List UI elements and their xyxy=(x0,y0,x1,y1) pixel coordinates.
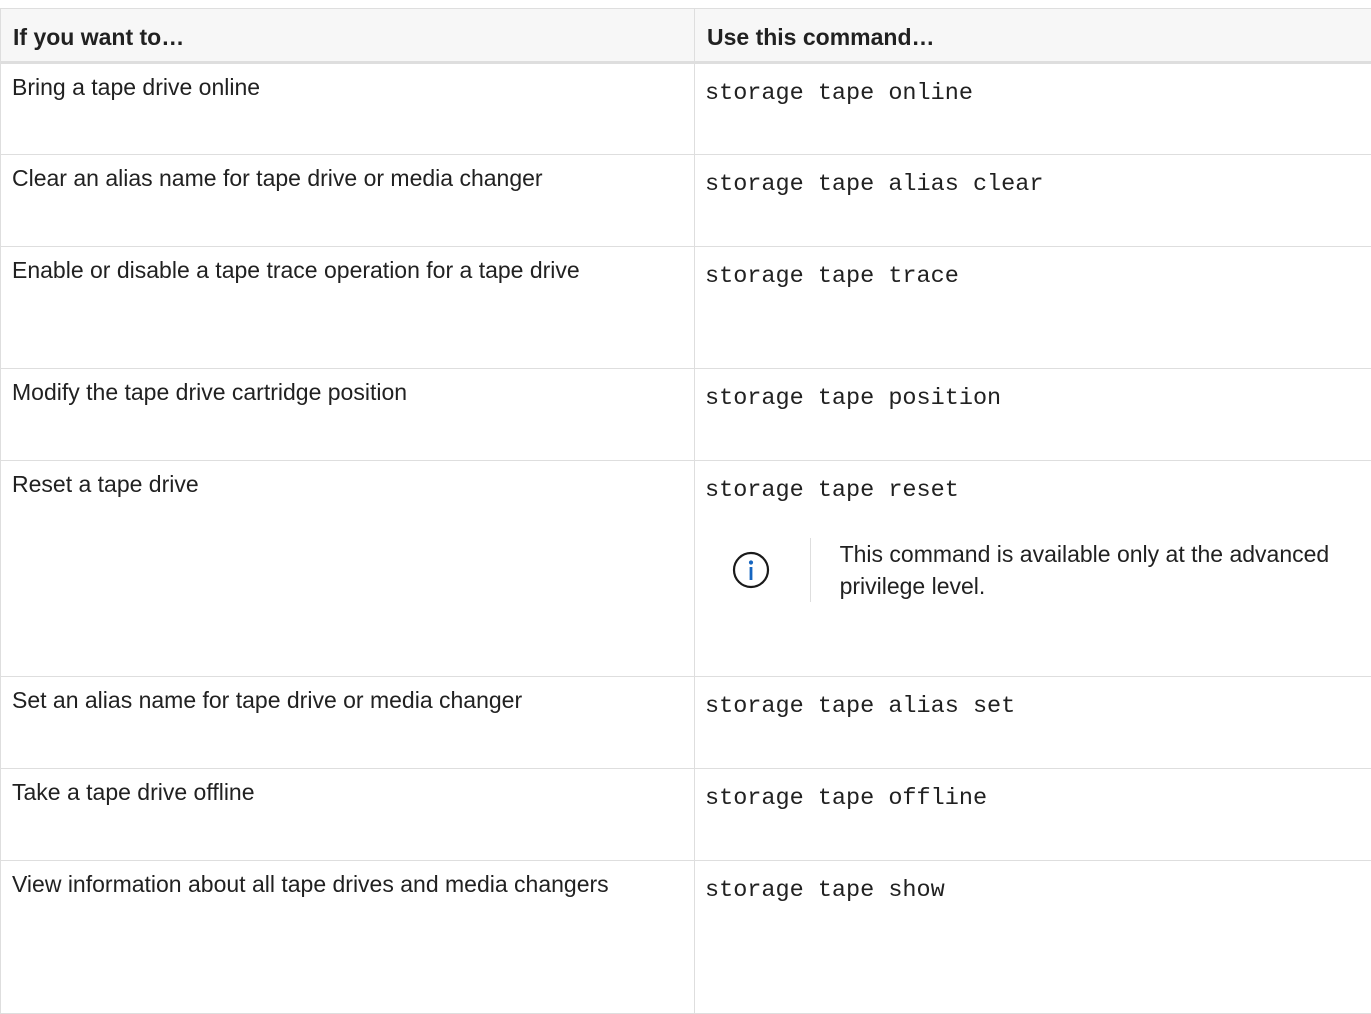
task-cell: View information about all tape drives a… xyxy=(1,861,695,1014)
command-cell: storage tape offline xyxy=(695,769,1371,861)
note-text: This command is available only at the ad… xyxy=(811,538,1359,602)
command-cell: storage tape alias clear xyxy=(695,155,1371,247)
table-row: View information about all tape drives a… xyxy=(1,861,1371,1014)
column-header-task: If you want to… xyxy=(1,9,695,63)
table-row: Set an alias name for tape drive or medi… xyxy=(1,677,1371,769)
command-table: If you want to… Use this command… Bring … xyxy=(0,8,1371,1014)
command-cell: storage tape show xyxy=(695,861,1371,1014)
table-row: Bring a tape drive online storage tape o… xyxy=(1,63,1371,155)
task-cell: Clear an alias name for tape drive or me… xyxy=(1,155,695,247)
info-circle-icon xyxy=(731,550,771,590)
column-header-command: Use this command… xyxy=(695,9,1371,63)
admonition-note: This command is available only at the ad… xyxy=(715,538,1359,602)
command-code: storage tape trace xyxy=(705,263,959,290)
command-code: storage tape reset xyxy=(705,477,959,504)
command-code: storage tape alias clear xyxy=(705,171,1043,198)
table-header-row: If you want to… Use this command… xyxy=(1,9,1371,63)
task-cell: Modify the tape drive cartridge position xyxy=(1,369,695,461)
note-icon-wrapper xyxy=(715,538,796,602)
command-cell: storage tape position xyxy=(695,369,1371,461)
command-code: storage tape online xyxy=(705,80,973,107)
command-cell: storage tape online xyxy=(695,63,1371,155)
table-row: Take a tape drive offline storage tape o… xyxy=(1,769,1371,861)
table-row: Clear an alias name for tape drive or me… xyxy=(1,155,1371,247)
table-row: Reset a tape drive storage tape reset Th… xyxy=(1,461,1371,677)
task-cell: Take a tape drive offline xyxy=(1,769,695,861)
command-cell: storage tape trace xyxy=(695,247,1371,369)
command-code: storage tape position xyxy=(705,385,1001,412)
task-cell: Enable or disable a tape trace operation… xyxy=(1,247,695,369)
command-cell: storage tape reset This command is avail… xyxy=(695,461,1371,677)
task-cell: Reset a tape drive xyxy=(1,461,695,677)
command-code: storage tape offline xyxy=(705,785,987,812)
task-cell: Bring a tape drive online xyxy=(1,63,695,155)
task-cell: Set an alias name for tape drive or medi… xyxy=(1,677,695,769)
command-cell: storage tape alias set xyxy=(695,677,1371,769)
command-code: storage tape show xyxy=(705,877,945,904)
command-code: storage tape alias set xyxy=(705,693,1015,720)
table-row: Modify the tape drive cartridge position… xyxy=(1,369,1371,461)
table-row: Enable or disable a tape trace operation… xyxy=(1,247,1371,369)
